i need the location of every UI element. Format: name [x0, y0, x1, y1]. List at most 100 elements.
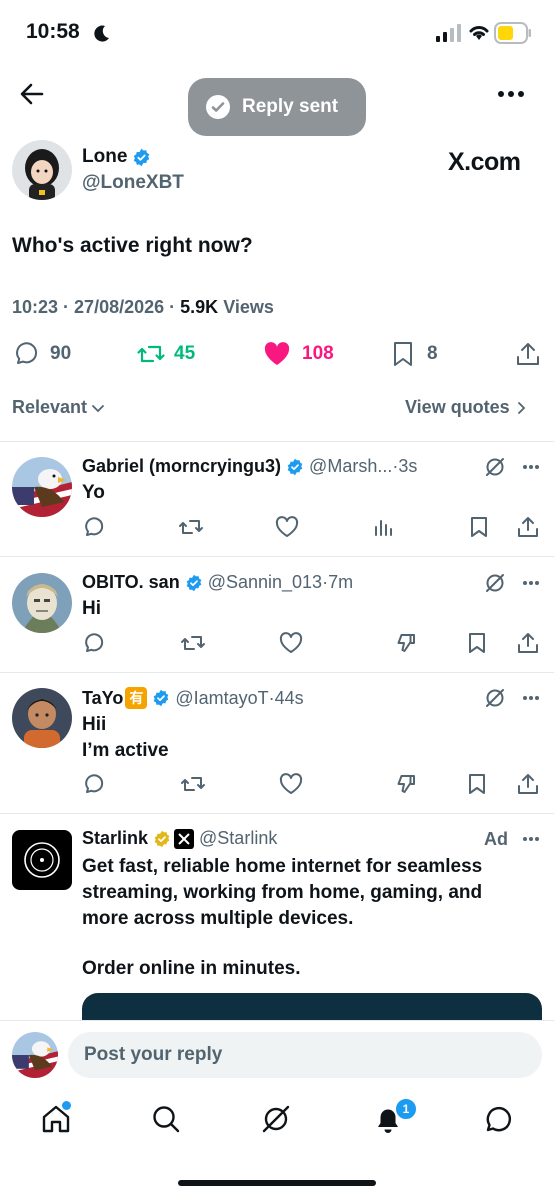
repost-button[interactable]: 45: [136, 340, 195, 368]
reply-time: 7m: [328, 572, 354, 592]
reply-share-button[interactable]: [516, 631, 540, 655]
reply-more-button[interactable]: [522, 695, 540, 701]
reply-text-line-2: I’m active: [82, 740, 169, 761]
reply-author-name[interactable]: Gabriel (morncryingu3): [82, 456, 281, 477]
ad-label: Ad: [484, 829, 508, 849]
verified-badge-icon: [132, 148, 151, 167]
reply-reply-button[interactable]: [82, 631, 106, 655]
views-count: 5.9K: [180, 297, 219, 317]
views-label: Views: [223, 297, 274, 317]
reply-icon: [12, 340, 40, 368]
reply-time: 3s: [398, 456, 418, 476]
ad-handle[interactable]: @Starlink: [199, 828, 277, 849]
bookmark-button[interactable]: 8: [390, 340, 438, 368]
check-circle-icon: [206, 95, 230, 119]
ad-avatar[interactable]: [12, 830, 72, 890]
badge-emoji: 有: [125, 687, 148, 709]
tab-home[interactable]: [40, 1101, 72, 1135]
like-count: 108: [302, 343, 334, 364]
reply-input[interactable]: Post your reply: [68, 1032, 542, 1078]
notifications-badge: 1: [394, 1097, 418, 1121]
author-name[interactable]: Lone: [82, 146, 127, 168]
verified-badge-icon: [185, 574, 203, 592]
post-text: Who's active right now?: [12, 234, 253, 257]
reply-like-button[interactable]: [278, 772, 304, 796]
grok-icon[interactable]: [484, 687, 506, 709]
tab-messages[interactable]: [482, 1103, 514, 1135]
reply-bookmark-button[interactable]: [466, 631, 488, 655]
reply-like-button[interactable]: [278, 631, 304, 655]
divider: [0, 672, 554, 673]
home-indicator: [178, 1180, 376, 1186]
toast-text: Reply sent: [242, 96, 339, 117]
reply-text: Hi: [82, 598, 101, 619]
reply-author-name[interactable]: TaYo: [82, 688, 123, 709]
reply-dislike-button[interactable]: [394, 772, 418, 796]
reply-share-button[interactable]: [516, 515, 540, 539]
more-options-button[interactable]: [497, 90, 525, 98]
reply-avatar[interactable]: [12, 573, 72, 633]
reply-reply-button[interactable]: [82, 515, 106, 539]
reply-repost-button[interactable]: [180, 772, 206, 796]
reply-share-button[interactable]: [516, 772, 540, 796]
reply-count: 90: [50, 343, 72, 364]
reply-more-button[interactable]: [522, 580, 540, 586]
reply-repost-button[interactable]: [180, 631, 206, 655]
search-icon: [150, 1103, 182, 1135]
verified-badge-icon: [152, 689, 170, 707]
grok-icon[interactable]: [484, 456, 506, 478]
reply-views-button[interactable]: [372, 515, 394, 539]
ad-text: Get fast, reliable home internet for sea…: [82, 856, 483, 929]
post-time: 10:23: [12, 297, 59, 317]
reply-repost-button[interactable]: [178, 515, 204, 539]
status-time: 10:58: [26, 20, 80, 43]
x-com-watermark: X.com: [448, 148, 521, 176]
sort-label: Relevant: [12, 397, 88, 417]
tab-search[interactable]: [150, 1103, 182, 1135]
ad-text-line-2: Order online in minutes.: [82, 958, 301, 979]
bookmark-icon: [390, 340, 416, 368]
tab-grok[interactable]: [260, 1103, 292, 1135]
reply-like-button[interactable]: [274, 515, 300, 539]
chevron-down-icon: [91, 401, 105, 415]
reply-avatar[interactable]: [12, 457, 72, 517]
view-quotes-link[interactable]: View quotes: [405, 397, 528, 418]
reply-avatar[interactable]: [12, 688, 72, 748]
post-meta: 10:23 · 27/08/2026 · 5.9K Views: [12, 297, 274, 317]
share-icon: [514, 340, 542, 368]
tab-notifications[interactable]: 1: [372, 1097, 418, 1135]
author-handle[interactable]: @LoneXBT: [82, 172, 184, 194]
chat-bubble-icon: [482, 1103, 514, 1135]
reply-input-placeholder: Post your reply: [84, 1044, 223, 1065]
reply-handle[interactable]: @Marsh...: [309, 456, 392, 477]
reply-bookmark-button[interactable]: [468, 515, 490, 539]
grok-icon: [260, 1103, 292, 1135]
grok-icon[interactable]: [484, 572, 506, 594]
view-quotes-label: View quotes: [405, 397, 510, 417]
reply-bookmark-button[interactable]: [466, 772, 488, 796]
reply-handle[interactable]: @IamtayoT: [175, 688, 268, 709]
toast: Reply sent: [188, 78, 366, 136]
divider: [0, 556, 554, 557]
ad-more-button[interactable]: [522, 836, 540, 842]
reply-dislike-button[interactable]: [394, 631, 418, 655]
x-affiliate-icon: [174, 828, 195, 849]
ad-author-name[interactable]: Starlink: [82, 828, 148, 849]
reply-button[interactable]: 90: [12, 340, 71, 368]
gold-verified-badge-icon: [153, 830, 171, 848]
repost-icon: [136, 340, 166, 368]
reply-reply-button[interactable]: [82, 772, 106, 796]
moon-icon: [92, 23, 112, 43]
reply-author-name[interactable]: OBITO. san: [82, 572, 180, 593]
wifi-icon: [467, 22, 491, 42]
back-button[interactable]: [18, 80, 46, 108]
sort-dropdown[interactable]: Relevant: [12, 397, 105, 418]
battery-icon: [494, 22, 532, 44]
like-button[interactable]: 108: [262, 340, 334, 368]
reply-more-button[interactable]: [522, 464, 540, 470]
reply-text: Yo: [82, 482, 105, 503]
author-avatar[interactable]: [12, 140, 72, 200]
share-button[interactable]: [514, 340, 542, 368]
reply-text: Hii: [82, 714, 107, 735]
reply-handle[interactable]: @Sannin_013: [208, 572, 322, 593]
